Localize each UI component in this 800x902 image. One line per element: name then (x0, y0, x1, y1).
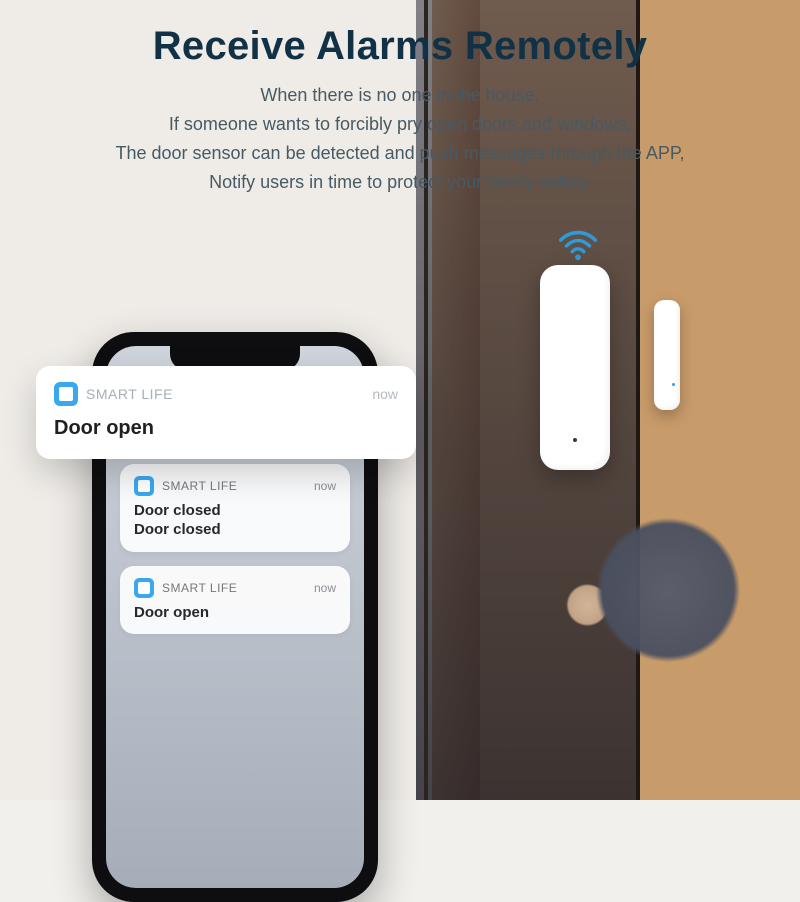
app-icon (134, 578, 154, 598)
notification-list: SMART LIFE now Door closed Door closed S… (120, 464, 350, 634)
door-sensor-main (540, 265, 610, 470)
notification-time: now (372, 386, 398, 402)
wifi-icon (555, 220, 601, 266)
marketing-header: Receive Alarms Remotely When there is no… (0, 0, 800, 198)
page-subtitle: When there is no one in the house, If so… (0, 81, 800, 198)
app-icon (54, 382, 78, 406)
intruder-figure (530, 500, 760, 800)
notification-body: Door closed Door closed (134, 502, 336, 540)
notification-card[interactable]: SMART LIFE now Door open (120, 566, 350, 635)
notification-body: Door open (54, 416, 398, 441)
door-sensor-magnet (654, 300, 680, 410)
page-title: Receive Alarms Remotely (0, 24, 800, 69)
notification-app-name: SMART LIFE (86, 386, 173, 402)
app-icon (134, 476, 154, 496)
notification-app-name: SMART LIFE (162, 479, 237, 493)
notification-time: now (314, 581, 336, 595)
notification-body: Door open (134, 604, 336, 623)
notification-app-name: SMART LIFE (162, 581, 237, 595)
notification-time: now (314, 479, 336, 493)
notification-card[interactable]: SMART LIFE now Door closed Door closed (120, 464, 350, 552)
hero-notification-card[interactable]: SMART LIFE now Door open (36, 366, 416, 459)
